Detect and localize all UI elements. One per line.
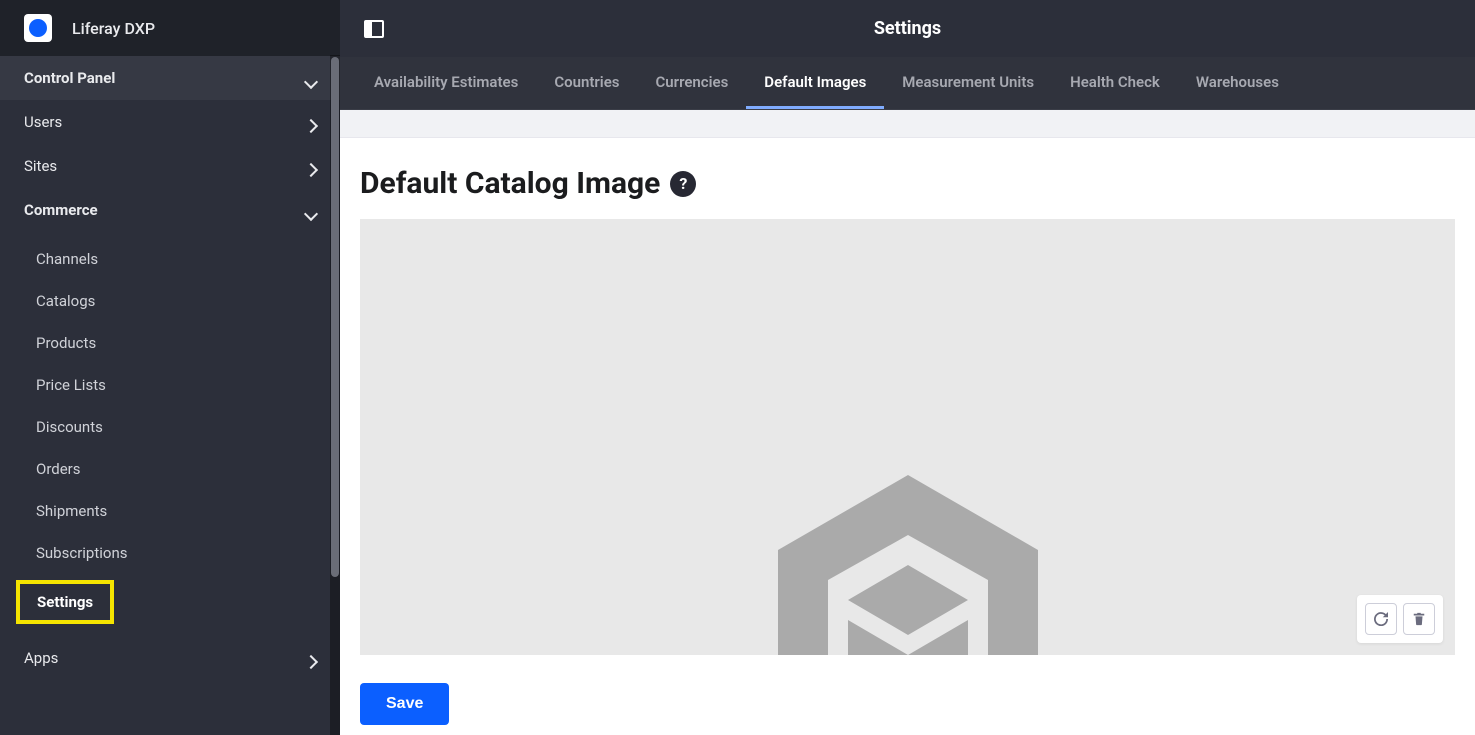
subnav-shipments[interactable]: Shipments	[0, 490, 340, 532]
topbar-title: Settings	[874, 18, 941, 39]
chevron-down-icon	[306, 205, 316, 215]
tab-availability-estimates[interactable]: Availability Estimates	[356, 57, 536, 109]
panel-toggle-left	[366, 22, 372, 36]
tab-countries[interactable]: Countries	[536, 57, 637, 109]
refresh-button[interactable]	[1365, 603, 1397, 635]
refresh-icon	[1374, 612, 1388, 626]
commerce-subnav: Channels Catalogs Products Price Lists D…	[0, 232, 340, 636]
main-area: Settings Availability Estimates Countrie…	[340, 0, 1475, 735]
default-image-preview	[360, 219, 1455, 655]
tab-warehouses[interactable]: Warehouses	[1178, 57, 1297, 109]
chevron-down-icon	[306, 73, 316, 83]
subnav-catalogs[interactable]: Catalogs	[0, 280, 340, 322]
subnav-subscriptions[interactable]: Subscriptions	[0, 532, 340, 574]
tabbar: Availability Estimates Countries Currenc…	[340, 57, 1475, 110]
subnav-orders[interactable]: Orders	[0, 448, 340, 490]
chevron-right-icon	[306, 653, 316, 663]
sidebar: Liferay DXP Control Panel Users Sites Co…	[0, 0, 340, 735]
nav-users[interactable]: Users	[0, 100, 340, 144]
subnav-products[interactable]: Products	[0, 322, 340, 364]
brand-logo-inner	[29, 19, 47, 37]
trash-icon	[1412, 612, 1426, 626]
tab-health-check[interactable]: Health Check	[1052, 57, 1178, 109]
nav-commerce-label: Commerce	[24, 201, 98, 219]
tab-default-images[interactable]: Default Images	[746, 57, 884, 109]
image-actions	[1357, 595, 1443, 643]
tab-measurement-units[interactable]: Measurement Units	[884, 57, 1052, 109]
subnav-discounts[interactable]: Discounts	[0, 406, 340, 448]
subnav-settings[interactable]: Settings	[16, 580, 114, 624]
nav-sites[interactable]: Sites	[0, 144, 340, 188]
nav-users-label: Users	[24, 113, 62, 131]
nav-control-panel-label: Control Panel	[24, 69, 115, 87]
delete-button[interactable]	[1403, 603, 1435, 635]
tab-currencies[interactable]: Currencies	[638, 57, 747, 109]
subnav-price-lists[interactable]: Price Lists	[0, 364, 340, 406]
topbar: Settings	[340, 0, 1475, 57]
content: Default Catalog Image ?	[340, 138, 1475, 735]
nav-apps[interactable]: Apps	[0, 636, 340, 680]
page-title: Default Catalog Image	[360, 166, 660, 201]
help-icon[interactable]: ?	[670, 171, 696, 197]
nav-sites-label: Sites	[24, 157, 57, 175]
page-heading: Default Catalog Image ?	[360, 166, 1455, 201]
chevron-right-icon	[306, 117, 316, 127]
breadcrumb-bar	[340, 110, 1475, 138]
save-button[interactable]: Save	[360, 683, 449, 725]
chevron-right-icon	[306, 161, 316, 171]
nav-commerce[interactable]: Commerce	[0, 188, 340, 232]
panel-toggle-icon[interactable]	[364, 20, 384, 38]
subnav-settings-wrapper: Settings	[0, 574, 340, 630]
nav-apps-label: Apps	[24, 649, 58, 667]
nav-section: Control Panel Users Sites Commerce Chann…	[0, 56, 340, 680]
placeholder-image-icon	[758, 465, 1058, 655]
nav-control-panel[interactable]: Control Panel	[0, 56, 340, 100]
brand-name: Liferay DXP	[72, 19, 155, 38]
sidebar-scrollbar-thumb[interactable]	[331, 57, 339, 577]
brand-header: Liferay DXP	[0, 0, 340, 56]
subnav-channels[interactable]: Channels	[0, 238, 340, 280]
brand-logo[interactable]	[24, 14, 52, 42]
